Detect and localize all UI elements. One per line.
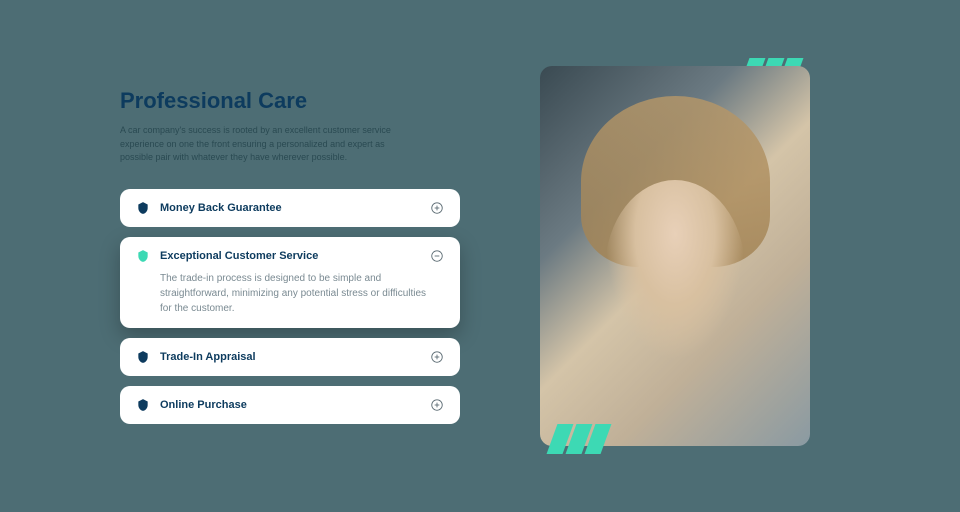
accordion-list: Money Back Guarantee Exceptional Custome… <box>120 189 460 424</box>
accordion-item-customer-service[interactable]: Exceptional Customer Service The trade-i… <box>120 237 460 328</box>
decorative-stripes-bottom <box>552 424 606 454</box>
accordion-body: The trade-in process is designed to be s… <box>136 271 444 316</box>
accordion-header[interactable]: Online Purchase <box>136 398 444 412</box>
section-title: Professional Care <box>120 88 460 114</box>
accordion-item-online-purchase[interactable]: Online Purchase <box>120 386 460 424</box>
content-column: Professional Care A car company's succes… <box>120 88 460 424</box>
hero-photo <box>540 66 810 446</box>
main-container: Professional Care A car company's succes… <box>0 66 960 446</box>
plus-circle-icon <box>430 201 444 215</box>
accordion-title: Trade-In Appraisal <box>160 351 420 363</box>
shield-icon <box>136 398 150 412</box>
shield-icon <box>136 249 150 263</box>
plus-circle-icon <box>430 350 444 364</box>
accordion-title: Money Back Guarantee <box>160 202 420 214</box>
accordion-item-money-back[interactable]: Money Back Guarantee <box>120 189 460 227</box>
accordion-header[interactable]: Exceptional Customer Service <box>136 249 444 263</box>
shield-icon <box>136 201 150 215</box>
accordion-item-trade-in[interactable]: Trade-In Appraisal <box>120 338 460 376</box>
accordion-title: Online Purchase <box>160 399 420 411</box>
plus-circle-icon <box>430 398 444 412</box>
image-column <box>540 66 810 446</box>
section-description: A car company's success is rooted by an … <box>120 124 400 165</box>
shield-icon <box>136 350 150 364</box>
accordion-title: Exceptional Customer Service <box>160 250 420 262</box>
minus-circle-icon <box>430 249 444 263</box>
accordion-header[interactable]: Money Back Guarantee <box>136 201 444 215</box>
accordion-header[interactable]: Trade-In Appraisal <box>136 350 444 364</box>
